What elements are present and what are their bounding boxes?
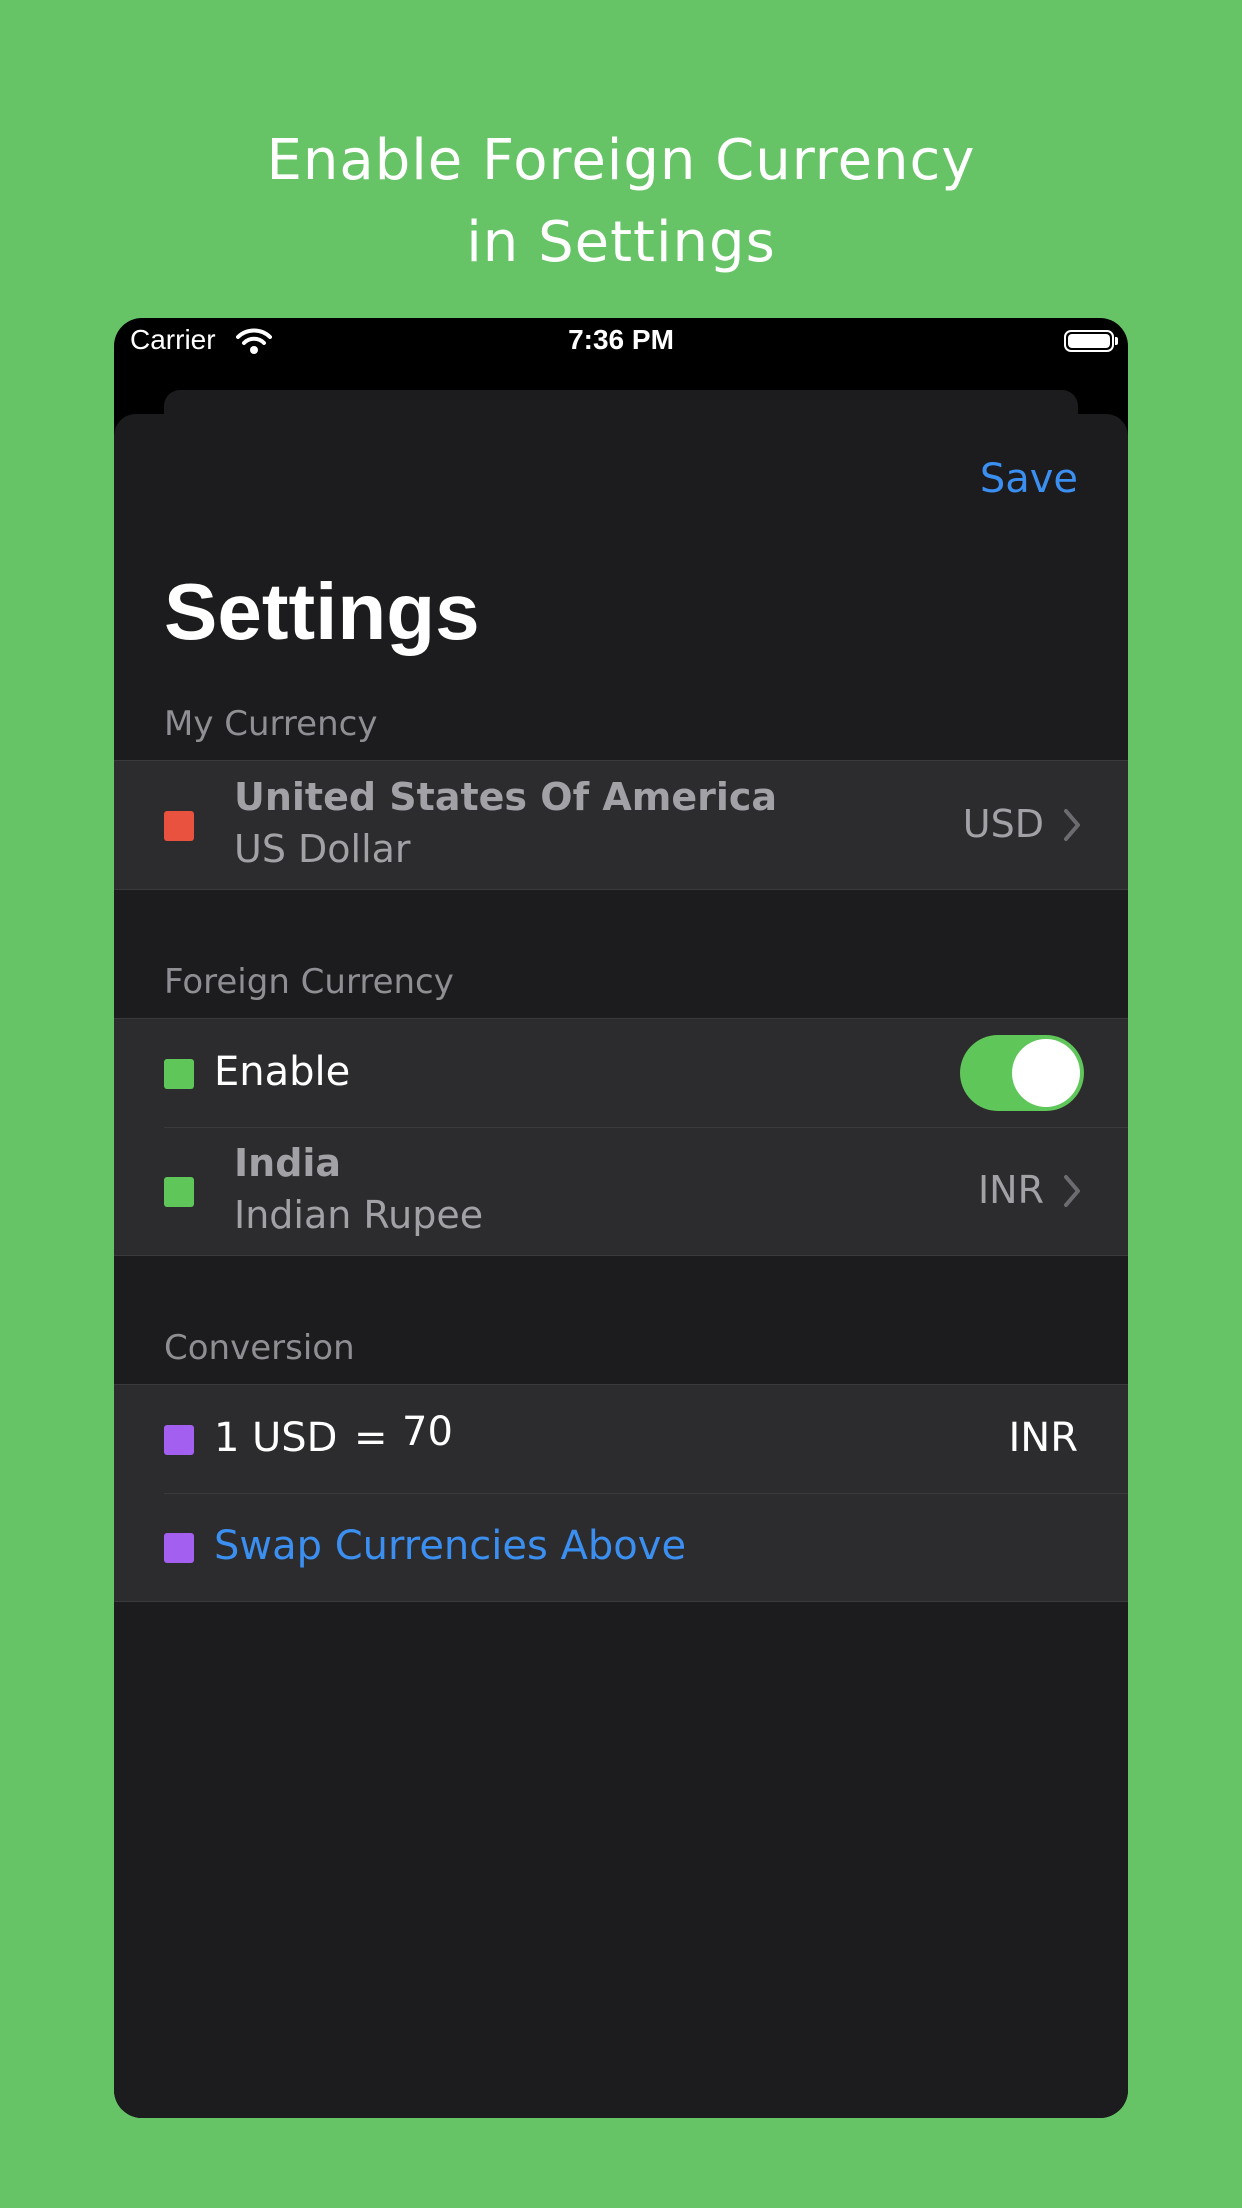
enable-label: Enable bbox=[214, 1049, 351, 1095]
battery-icon bbox=[1064, 330, 1118, 352]
enable-color-swatch bbox=[164, 1059, 194, 1089]
foreign-currency-code: INR bbox=[977, 1168, 1044, 1212]
conversion-equals: = bbox=[354, 1415, 388, 1461]
conversion-rate-input[interactable]: 70 bbox=[402, 1409, 453, 1455]
toggle-knob bbox=[1012, 1039, 1080, 1107]
foreign-currency-color-swatch bbox=[164, 1177, 194, 1207]
my-currency-group: United States Of America US Dollar USD bbox=[114, 760, 1128, 890]
swap-currencies-button[interactable]: Swap Currencies Above bbox=[214, 1523, 686, 1569]
promo-headline: Enable Foreign Currency in Settings bbox=[0, 120, 1242, 284]
conversion-color-swatch bbox=[164, 1425, 194, 1455]
conversion-to-code: INR bbox=[1008, 1415, 1078, 1461]
my-currency-row[interactable]: United States Of America US Dollar USD bbox=[114, 761, 1128, 889]
conversion-amount: 1 bbox=[214, 1415, 240, 1461]
page-title: Settings bbox=[164, 567, 480, 656]
chevron-right-icon bbox=[1064, 809, 1080, 841]
enable-foreign-row: Enable bbox=[114, 1019, 1128, 1127]
foreign-currency-country: India bbox=[234, 1141, 342, 1185]
foreign-currency-group: Enable India Indian Rupee INR bbox=[114, 1018, 1128, 1256]
conversion-header: Conversion bbox=[164, 1328, 355, 1368]
swap-color-swatch bbox=[164, 1533, 194, 1563]
save-button[interactable]: Save bbox=[980, 456, 1078, 502]
swap-currencies-row[interactable]: Swap Currencies Above bbox=[114, 1493, 1128, 1601]
foreign-currency-name: Indian Rupee bbox=[234, 1193, 484, 1237]
my-currency-country: United States Of America bbox=[234, 775, 778, 819]
phone-screen: Carrier 7:36 PM Save Settings My Currenc… bbox=[114, 318, 1128, 2118]
my-currency-code: USD bbox=[962, 802, 1044, 846]
foreign-currency-header: Foreign Currency bbox=[164, 962, 454, 1002]
headline-line-1: Enable Foreign Currency bbox=[266, 127, 976, 193]
chevron-right-icon bbox=[1064, 1175, 1080, 1207]
conversion-group: 1 USD = 70 INR Swap Currencies Above bbox=[114, 1384, 1128, 1602]
foreign-currency-row[interactable]: India Indian Rupee INR bbox=[114, 1127, 1128, 1255]
conversion-from-code: USD bbox=[252, 1415, 338, 1461]
status-time: 7:36 PM bbox=[568, 324, 674, 355]
settings-sheet: Save Settings My Currency United States … bbox=[114, 414, 1128, 2118]
my-currency-color-swatch bbox=[164, 811, 194, 841]
enable-foreign-toggle[interactable] bbox=[960, 1035, 1084, 1111]
my-currency-name: US Dollar bbox=[234, 827, 411, 871]
headline-line-2: in Settings bbox=[466, 209, 776, 275]
status-bar: Carrier 7:36 PM bbox=[114, 318, 1128, 368]
my-currency-header: My Currency bbox=[164, 704, 378, 744]
conversion-rate-row: 1 USD = 70 INR bbox=[114, 1385, 1128, 1493]
